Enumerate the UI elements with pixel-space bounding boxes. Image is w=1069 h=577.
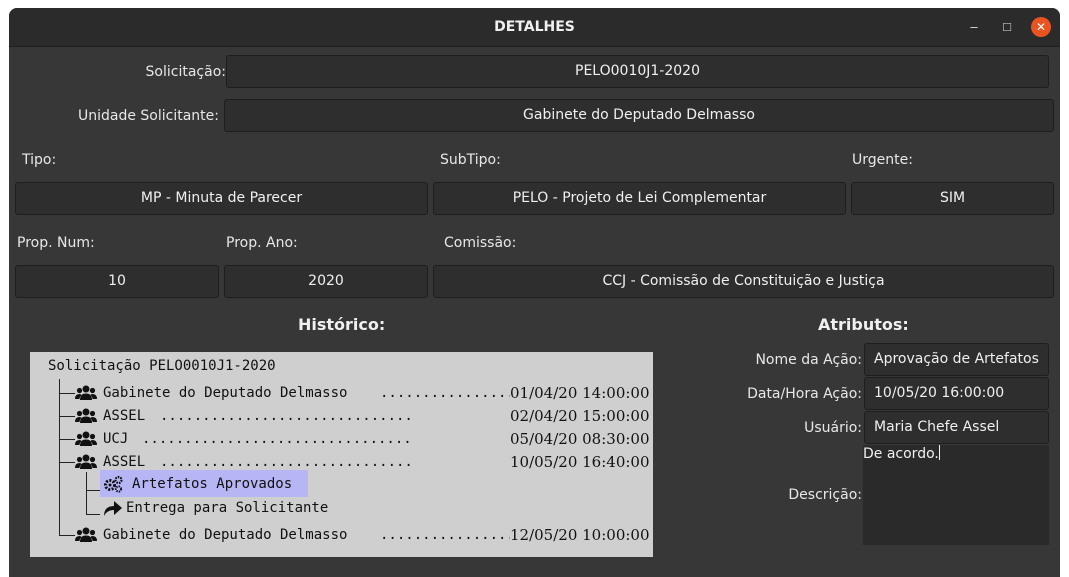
atributos-heading: Atributos: [818,315,909,334]
prop-num-field[interactable]: 10 [15,265,219,298]
users-icon [75,527,97,542]
close-button[interactable]: ✕ [1031,17,1051,37]
tree-item-dots: ................ [380,527,510,543]
prop-num-label: Prop. Num: [17,235,95,251]
descricao-label: Descrição: [788,487,862,503]
tree-item[interactable]: UCJ ................................ 05/… [30,428,653,450]
tree-root[interactable]: Solicitação PELO0010J1-2020 [48,358,276,374]
urgente-field[interactable]: SIM [851,182,1054,215]
tree-item-dots: .............................. [160,408,413,424]
comissao-label: Comissão: [444,235,517,251]
title-bar[interactable]: DETALHES – □ ✕ [9,8,1060,47]
tipo-label: Tipo: [22,152,57,168]
tree-item-date: 01/04/20 14:00:00 [510,384,650,402]
subtipo-field[interactable]: PELO - Projeto de Lei Complementar [433,182,846,215]
data-hora-acao-label: Data/Hora Ação: [747,386,862,402]
tree-item-date: 05/04/20 08:30:00 [510,430,650,448]
tree-item-name: ASSEL [103,408,146,424]
descricao-textarea[interactable]: De acordo. [863,445,1049,545]
gears-icon [104,475,123,493]
share-arrow-icon [104,501,122,516]
tree-item-dots: ................ [380,385,510,401]
tree-item-date: 02/04/20 15:00:00 [510,407,650,425]
nome-acao-label: Nome da Ação: [755,352,862,368]
tree-item[interactable]: Gabinete do Deputado Delmasso ..........… [30,382,653,404]
text-cursor [938,445,940,460]
minimize-button[interactable]: – [964,17,984,37]
data-hora-acao-field[interactable]: 10/05/20 16:00:00 [864,377,1049,410]
tree-child-name: Artefatos Aprovados [132,476,293,492]
historico-tree[interactable]: Solicitação PELO0010J1-2020 Gabinete do … [30,352,653,557]
users-icon [75,408,97,423]
users-icon [75,385,97,400]
tree-item[interactable]: ASSEL .............................. 02/… [30,405,653,427]
tree-item-date: 10/05/20 16:40:00 [510,453,650,471]
tree-item[interactable]: Gabinete do Deputado Delmasso ..........… [30,524,653,546]
historico-heading: Histórico: [298,315,386,334]
users-icon [75,431,97,446]
unidade-solicitante-field[interactable]: Gabinete do Deputado Delmasso [224,99,1054,132]
window-title: DETALHES [494,19,575,35]
subtipo-label: SubTipo: [440,152,501,168]
unidade-solicitante-label: Unidade Solicitante: [77,108,219,124]
tree-item-name: Gabinete do Deputado Delmasso [103,527,348,543]
usuario-label: Usuário: [804,420,862,436]
prop-ano-field[interactable]: 2020 [224,265,428,298]
tree-child-item[interactable]: Entrega para Solicitante [30,497,653,519]
usuario-field[interactable]: Maria Chefe Assel [864,411,1049,444]
tree-child-item[interactable]: Artefatos Aprovados [30,473,653,495]
comissao-field[interactable]: CCJ - Comissão de Constituição e Justiça [433,265,1054,298]
tree-item-date: 12/05/20 10:00:00 [510,526,650,544]
urgente-label: Urgente: [852,152,913,168]
nome-acao-field[interactable]: Aprovação de Artefatos [864,343,1049,376]
details-window: DETALHES – □ ✕ Solicitação: PELO0010J1-2… [9,8,1060,577]
descricao-text: De acordo. [863,446,939,462]
prop-ano-label: Prop. Ano: [226,235,298,251]
tree-child-name: Entrega para Solicitante [126,500,329,516]
solicitacao-field[interactable]: PELO0010J1-2020 [226,55,1049,88]
tipo-field[interactable]: MP - Minuta de Parecer [15,182,428,215]
solicitacao-label: Solicitação: [145,64,226,80]
maximize-button[interactable]: □ [997,17,1017,37]
tree-item-name: UCJ [103,431,129,447]
users-icon [75,454,97,469]
tree-item-name: Gabinete do Deputado Delmasso [103,385,348,401]
tree-item-dots: ................................ [142,431,412,447]
